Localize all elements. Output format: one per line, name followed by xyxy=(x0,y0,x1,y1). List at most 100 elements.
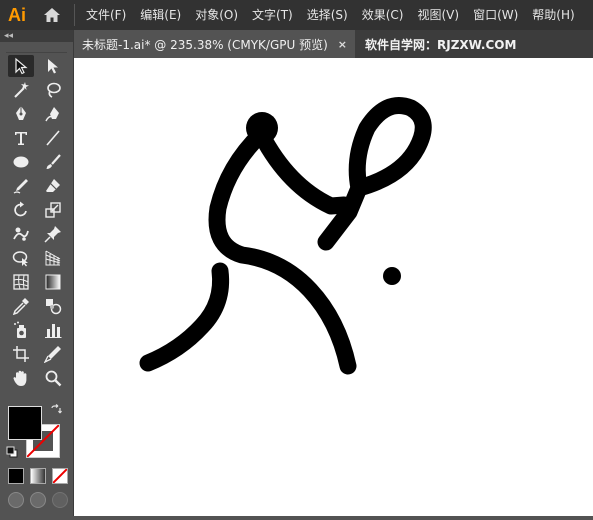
tool-grid xyxy=(0,55,73,391)
symbol-sprayer-tool-icon xyxy=(14,321,26,338)
artboard-canvas[interactable] xyxy=(74,58,593,516)
swap-fill-stroke-icon[interactable] xyxy=(50,404,62,416)
artboard-tool-icon xyxy=(13,346,29,362)
close-icon[interactable]: × xyxy=(338,38,347,51)
menu-file[interactable]: 文件(F) xyxy=(79,0,133,30)
ball-circle xyxy=(383,267,401,285)
curvature-tool-icon xyxy=(45,107,59,122)
lasso-tool[interactable] xyxy=(40,79,66,101)
slice-tool[interactable] xyxy=(40,343,66,365)
menu-separator xyxy=(74,4,75,26)
type-tool-icon xyxy=(15,132,27,145)
mesh-tool[interactable] xyxy=(8,271,34,293)
perspective-grid-tool[interactable] xyxy=(40,247,66,269)
shaper-tool[interactable] xyxy=(8,175,34,197)
paintbrush-tool-icon xyxy=(46,154,61,169)
tools-panel: ◂◂ xyxy=(0,30,74,516)
menu-view[interactable]: 视图(V) xyxy=(410,0,466,30)
draw-behind-button[interactable] xyxy=(30,492,46,508)
shape-builder-tool-icon xyxy=(12,251,28,267)
scale-tool-icon xyxy=(45,202,61,218)
blend-tool[interactable] xyxy=(40,295,66,317)
head-circle xyxy=(246,112,278,144)
line-segment-tool-icon xyxy=(46,130,60,146)
hand-tool-icon xyxy=(13,370,27,386)
eraser-tool[interactable] xyxy=(40,175,66,197)
racket-handle xyxy=(317,179,368,251)
eyedropper-tool-icon xyxy=(12,298,29,315)
fill-swatch[interactable] xyxy=(8,406,42,440)
app-logo: Ai xyxy=(8,4,26,25)
document-tabs: 未标题-1.ai* @ 235.38% (CMYK/GPU 预览) × 软件自学… xyxy=(74,30,593,58)
zoom-tool[interactable] xyxy=(40,367,66,389)
screen-mode-row xyxy=(8,492,68,508)
rotate-tool-icon xyxy=(14,201,27,217)
pen-tool[interactable] xyxy=(8,103,34,125)
menu-items: 文件(F) 编辑(E) 对象(O) 文字(T) 选择(S) 效果(C) 视图(V… xyxy=(79,0,582,30)
tab-watermark[interactable]: 软件自学网：RJZXW.COM xyxy=(355,30,524,58)
shaper-tool-icon xyxy=(13,179,28,194)
tab-watermark-title: 软件自学网：RJZXW.COM xyxy=(365,37,517,52)
paintbrush-tool[interactable] xyxy=(40,151,66,173)
eyedropper-tool[interactable] xyxy=(8,295,34,317)
arm-stroke xyxy=(252,125,353,215)
column-graph-tool-icon xyxy=(45,324,62,338)
none-icon xyxy=(53,469,67,483)
none-mode-button[interactable] xyxy=(52,468,68,484)
tab-document-title: 未标题-1.ai* @ 235.38% (CMYK/GPU 预览) xyxy=(82,37,328,52)
leg-stroke xyxy=(139,262,230,372)
draw-normal-button[interactable] xyxy=(8,492,24,508)
fill-stroke-area xyxy=(6,402,66,472)
scale-tool[interactable] xyxy=(40,199,66,221)
menu-type[interactable]: 文字(T) xyxy=(245,0,300,30)
line-segment-tool[interactable] xyxy=(40,127,66,149)
selection-tool-icon xyxy=(15,57,28,75)
gradient-tool-icon xyxy=(45,274,61,290)
rotate-tool[interactable] xyxy=(8,199,34,221)
tab-document[interactable]: 未标题-1.ai* @ 235.38% (CMYK/GPU 预览) × xyxy=(74,30,355,58)
symbol-sprayer-tool[interactable] xyxy=(8,319,34,341)
puppet-warp-tool[interactable] xyxy=(8,223,34,245)
type-tool[interactable] xyxy=(8,127,34,149)
panel-grip[interactable] xyxy=(6,46,67,53)
draw-inside-button[interactable] xyxy=(52,492,68,508)
magic-wand-tool[interactable] xyxy=(8,79,34,101)
pin-tool-icon xyxy=(44,226,61,243)
direct-selection-tool-icon xyxy=(48,59,58,74)
pen-tool-icon xyxy=(16,106,26,120)
mesh-tool-icon xyxy=(13,274,29,290)
menu-select[interactable]: 选择(S) xyxy=(300,0,355,30)
menu-effect[interactable]: 效果(C) xyxy=(355,0,411,30)
menu-edit[interactable]: 编辑(E) xyxy=(133,0,188,30)
slice-tool-icon xyxy=(44,346,61,363)
menu-object[interactable]: 对象(O) xyxy=(188,0,245,30)
menu-bar: Ai 文件(F) 编辑(E) 对象(O) 文字(T) 选择(S) 效果(C) 视… xyxy=(0,0,593,30)
racket-head xyxy=(348,97,432,197)
home-button[interactable] xyxy=(34,0,70,30)
magic-wand-tool-icon xyxy=(14,82,29,98)
gradient-mode-button[interactable] xyxy=(30,468,46,484)
curvature-tool[interactable] xyxy=(40,103,66,125)
menu-help[interactable]: 帮助(H) xyxy=(525,0,581,30)
menu-window[interactable]: 窗口(W) xyxy=(466,0,525,30)
default-colors-icon[interactable] xyxy=(6,446,18,458)
ellipse-tool-icon xyxy=(13,156,29,168)
hand-tool[interactable] xyxy=(8,367,34,389)
perspective-grid-tool-icon xyxy=(45,250,61,266)
direct-selection-tool[interactable] xyxy=(40,55,66,77)
blend-tool-icon xyxy=(46,299,62,315)
column-graph-tool[interactable] xyxy=(40,319,66,341)
puppet-warp-tool-icon xyxy=(13,227,29,241)
pin-tool[interactable] xyxy=(40,223,66,245)
tennis-pictogram xyxy=(139,97,432,375)
panel-collapse-button[interactable]: ◂◂ xyxy=(0,30,73,42)
home-icon xyxy=(44,8,60,22)
ellipse-tool[interactable] xyxy=(8,151,34,173)
artboard-tool[interactable] xyxy=(8,343,34,365)
gradient-tool[interactable] xyxy=(40,271,66,293)
color-mode-row xyxy=(8,468,68,484)
lasso-tool-icon xyxy=(47,82,61,98)
selection-tool[interactable] xyxy=(8,55,34,77)
shape-builder-tool[interactable] xyxy=(8,247,34,269)
color-mode-button[interactable] xyxy=(8,468,24,484)
